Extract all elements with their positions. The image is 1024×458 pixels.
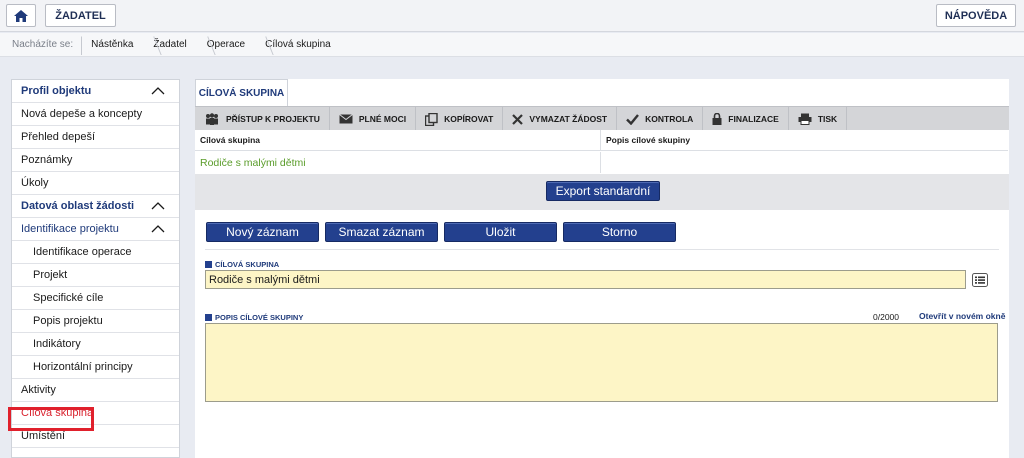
project-access-button[interactable]: PŘÍSTUP K PROJEKTU <box>195 107 330 131</box>
toolbar-label: KOPÍROVAT <box>444 114 494 124</box>
sidebar-item-notes[interactable]: Poznámky <box>12 149 179 172</box>
main-panel: CÍLOVÁ SKUPINA PŘÍSTUP K PROJEKTU PLNÉ M… <box>195 79 1009 458</box>
required-icon <box>205 314 212 321</box>
target-group-input[interactable]: Rodiče s malými dětmi <box>205 270 966 289</box>
mail-icon <box>339 114 353 124</box>
toolbar-label: PŘÍSTUP K PROJEKTU <box>226 114 320 124</box>
finalize-button[interactable]: FINALIZACE <box>703 107 789 131</box>
tab-target-group[interactable]: CÍLOVÁ SKUPINA <box>195 79 288 106</box>
toolbar: PŘÍSTUP K PROJEKTU PLNÉ MOCI KOPÍROVAT V… <box>195 106 1009 131</box>
lock-icon <box>712 113 722 125</box>
applicant-button[interactable]: ŽADATEL <box>45 4 116 27</box>
sidebar-section-object-profile[interactable]: Profil objektu <box>12 80 179 103</box>
table-row[interactable]: Rodiče s malými dětmi <box>195 152 1008 173</box>
export-standard-button[interactable]: Export standardní <box>546 181 660 201</box>
active-item-highlight <box>8 407 94 431</box>
printer-icon <box>798 113 812 125</box>
field-label-text: CÍLOVÁ SKUPINA <box>215 260 280 269</box>
check-button[interactable]: KONTROLA <box>617 107 704 131</box>
column-header-description[interactable]: Popis cílové skupiny <box>601 130 1007 150</box>
export-band: Export standardní <box>195 174 1009 210</box>
sidebar-item-activities[interactable]: Aktivity <box>12 379 179 402</box>
target-group-table: Cílová skupina Popis cílové skupiny Rodi… <box>195 130 1009 174</box>
sidebar-item-project[interactable]: Projekt <box>12 264 179 287</box>
target-group-field-label: CÍLOVÁ SKUPINA <box>205 260 279 269</box>
sidebar: Profil objektu Nová depeše a koncepty Př… <box>11 79 180 458</box>
top-bar: ŽADATEL NÁPOVĚDA <box>0 0 1024 32</box>
toolbar-label: KONTROLA <box>645 114 694 124</box>
sidebar-item-messages-overview[interactable]: Přehled depeší <box>12 126 179 149</box>
power-of-attorney-button[interactable]: PLNÉ MOCI <box>330 107 417 131</box>
people-icon <box>206 113 218 125</box>
breadcrumb-label: Nacházíte se: <box>12 39 74 50</box>
chevron-up-icon <box>151 225 165 233</box>
description-textarea[interactable] <box>205 323 998 402</box>
sidebar-item-horizontal-principles[interactable]: Horizontální principy <box>12 356 179 379</box>
new-record-button[interactable]: Nový záznam <box>206 222 319 242</box>
toolbar-label: PLNÉ MOCI <box>358 114 407 124</box>
description-field-label: POPIS CÍLOVÉ SKUPINY <box>205 313 303 322</box>
copy-icon <box>425 112 438 126</box>
chevron-up-icon <box>151 202 165 210</box>
sidebar-item-label: Datová oblast žádosti <box>21 200 135 212</box>
breadcrumb: Nacházíte se: Nástěnka Žadatel Operace C… <box>0 33 1024 57</box>
help-button[interactable]: NÁPOVĚDA <box>936 4 1016 27</box>
home-button[interactable] <box>6 4 36 27</box>
sidebar-section-project-identification[interactable]: Identifikace projektu <box>12 218 179 241</box>
sidebar-item-label: Identifikace projektu <box>21 223 119 235</box>
breadcrumb-item-operation[interactable]: Operace <box>197 33 255 57</box>
print-button[interactable]: TISK <box>789 107 848 131</box>
table-cell <box>601 152 1007 173</box>
breadcrumb-item-applicant[interactable]: Žadatel <box>143 33 196 57</box>
divider <box>205 249 999 250</box>
record-actions: Nový záznam Smazat záznam Uložit Storno <box>206 222 676 242</box>
sidebar-section-application-data[interactable]: Datová oblast žádosti <box>12 195 179 218</box>
column-header-target-group[interactable]: Cílová skupina <box>195 130 601 150</box>
toolbar-label: VYMAZAT ŽÁDOST <box>529 114 608 124</box>
sidebar-item-tasks[interactable]: Úkoly <box>12 172 179 195</box>
breadcrumb-item-target-group: Cílová skupina <box>255 33 341 57</box>
sidebar-item-specific-goals[interactable]: Specifické cíle <box>12 287 179 310</box>
table-cell: Rodiče s malými dětmi <box>195 152 601 173</box>
delete-record-button[interactable]: Smazat záznam <box>325 222 438 242</box>
open-in-new-window-link[interactable]: Otevřít v novém okně <box>919 311 1005 321</box>
delete-application-button[interactable]: VYMAZAT ŽÁDOST <box>503 107 618 131</box>
list-icon[interactable] <box>972 273 988 287</box>
sidebar-item-indicators[interactable]: Indikátory <box>12 333 179 356</box>
toolbar-label: FINALIZACE <box>728 114 779 124</box>
breadcrumb-item-dashboard[interactable]: Nástěnka <box>81 33 143 57</box>
table-header: Cílová skupina Popis cílové skupiny <box>195 130 1008 151</box>
home-icon <box>14 9 28 22</box>
close-icon <box>512 113 524 125</box>
copy-button[interactable]: KOPÍROVAT <box>416 107 504 131</box>
sidebar-item-label: Profil objektu <box>21 85 92 97</box>
check-icon <box>626 113 640 125</box>
character-counter: 0/2000 <box>873 312 899 322</box>
cancel-button[interactable]: Storno <box>563 222 676 242</box>
chevron-up-icon <box>151 87 165 95</box>
required-icon <box>205 261 212 268</box>
toolbar-label: TISK <box>817 114 838 124</box>
save-button[interactable]: Uložit <box>444 222 557 242</box>
field-label-text: POPIS CÍLOVÉ SKUPINY <box>215 313 304 322</box>
sidebar-item-new-messages[interactable]: Nová depeše a koncepty <box>12 103 179 126</box>
sidebar-item-operation-identification[interactable]: Identifikace operace <box>12 241 179 264</box>
sidebar-item-project-description[interactable]: Popis projektu <box>12 310 179 333</box>
